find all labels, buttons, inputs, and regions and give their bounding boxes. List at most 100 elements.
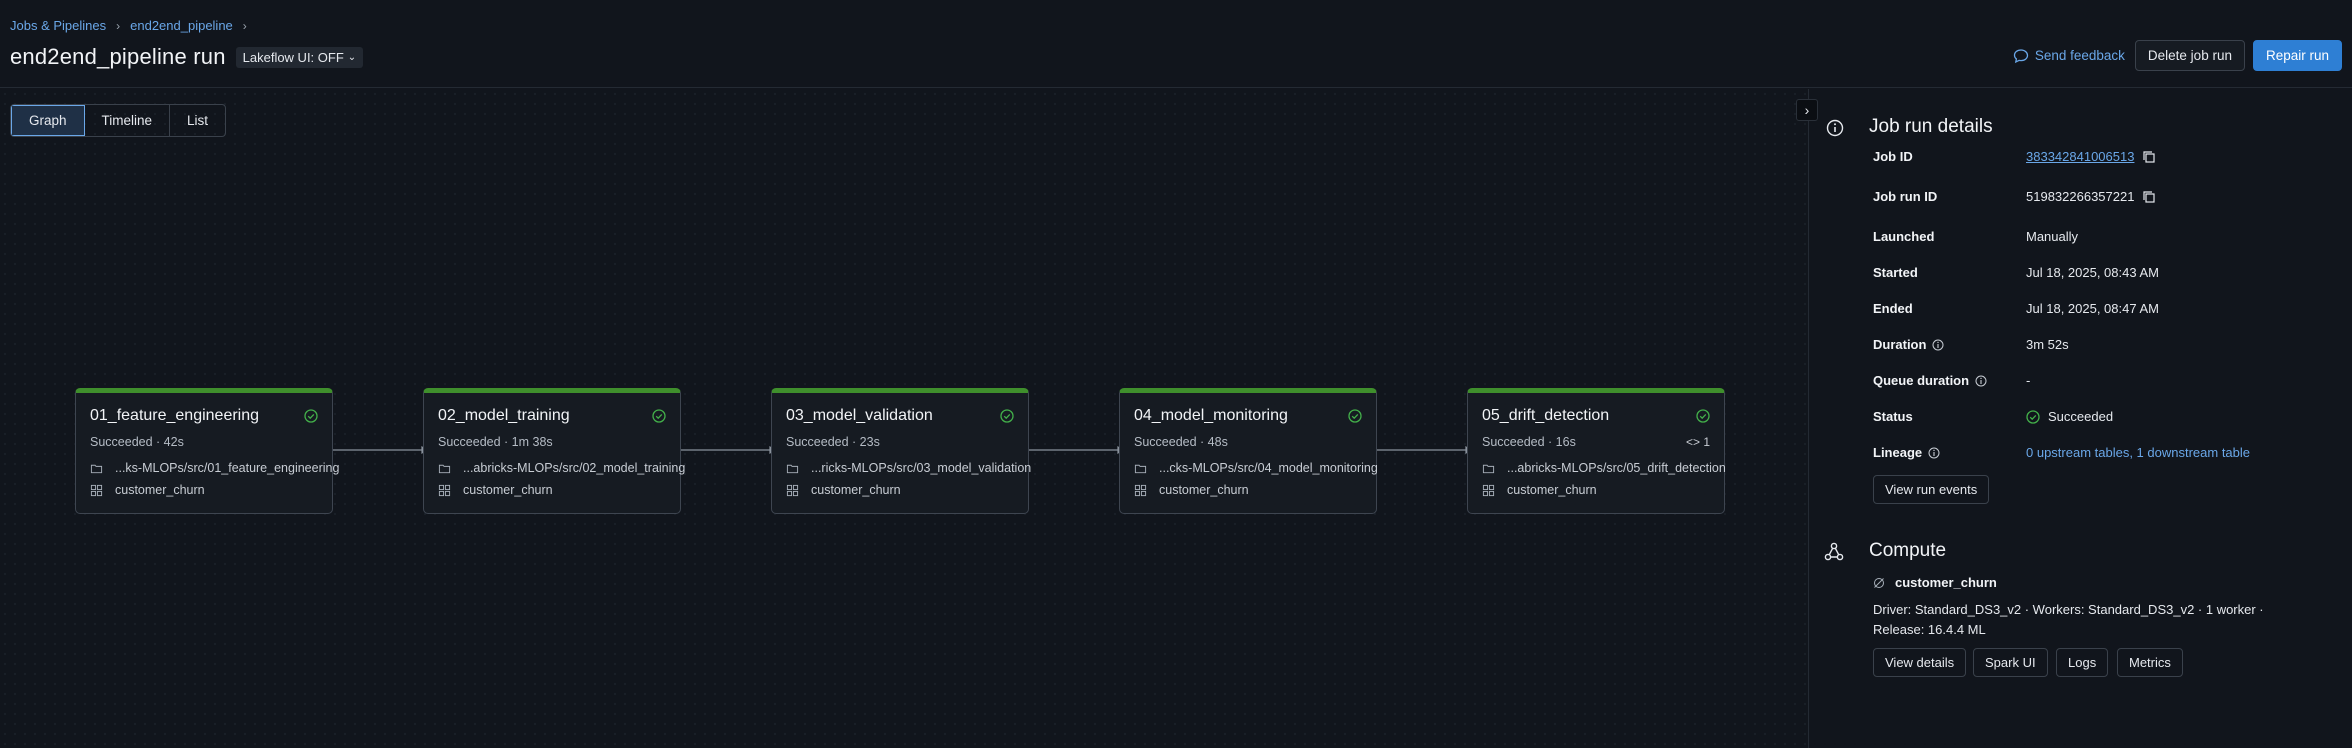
collapse-panel-button[interactable]: ›	[1796, 99, 1818, 121]
task-status: Succeeded	[786, 435, 849, 449]
task-cluster-name: customer_churn	[811, 483, 901, 497]
cluster-icon	[438, 484, 451, 496]
task-cluster-name: customer_churn	[115, 483, 205, 497]
task-status: Succeeded	[1482, 435, 1545, 449]
breadcrumb-job[interactable]: end2end_pipeline	[130, 18, 233, 33]
job-run-details-panel: Job run details Job ID 383342841006513 J…	[1808, 89, 2352, 748]
job-run-id-label: Job run ID	[1873, 189, 1938, 204]
task-status: Succeeded	[1134, 435, 1197, 449]
graph-canvas[interactable]: Graph Timeline List 01_feature_engineeri…	[0, 89, 1808, 748]
task-status: Succeeded	[438, 435, 501, 449]
task-node[interactable]: 05_drift_detection Succeeded · 16s <> 1 …	[1467, 388, 1726, 514]
logs-button[interactable]: Logs	[2056, 648, 2109, 677]
copy-icon[interactable]	[2142, 190, 2156, 204]
cluster-icon	[90, 484, 103, 496]
task-duration: 48s	[1207, 435, 1228, 449]
compute-title: Compute	[1869, 540, 1947, 561]
chevron-down-icon: ⌄	[347, 51, 357, 63]
breadcrumb-jobs-pipelines[interactable]: Jobs & Pipelines	[10, 18, 106, 33]
launched-label: Launched	[1873, 229, 1935, 244]
task-node[interactable]: 03_model_validation Succeeded · 23s ...r…	[771, 388, 1032, 514]
compute-description: Driver: Standard_DS3_v2 · Workers: Stand…	[1873, 602, 2264, 637]
cluster-icon	[786, 484, 799, 496]
spark-ui-button[interactable]: Spark UI	[1973, 648, 2048, 677]
task-cluster-name: customer_churn	[1159, 483, 1249, 497]
job-run-details-title: Job run details	[1869, 116, 1993, 137]
task-node[interactable]: 02_model_training Succeeded · 1m 38s ...…	[423, 388, 685, 514]
compute-icon	[1824, 542, 1844, 561]
queue-duration-label: Queue duration	[1873, 373, 1970, 388]
repair-run-button[interactable]: Repair run	[2252, 40, 2342, 71]
task-name: 04_model_monitoring	[1134, 407, 1288, 424]
lakeflow-ui-toggle[interactable]: Lakeflow UI: OFF ⌄	[235, 46, 364, 68]
task-duration: 23s	[859, 435, 880, 449]
job-id-label: Job ID	[1873, 149, 1913, 164]
delete-job-run-button[interactable]: Delete job run	[2134, 40, 2245, 71]
status-label: Status	[1873, 409, 1913, 424]
lineage-label: Lineage	[1873, 445, 1923, 460]
task-duration: 16s	[1555, 435, 1576, 449]
queue-duration-value: -	[2026, 373, 2031, 388]
cluster-icon	[1134, 484, 1147, 496]
page-title: end2end_pipeline run	[10, 44, 226, 69]
started-value: Jul 18, 2025, 08:43 AM	[2026, 265, 2159, 280]
task-name: 03_model_validation	[786, 407, 933, 424]
task-notebook-path: ...ricks-MLOPs/src/03_model_validation	[811, 461, 1032, 475]
view-details-button[interactable]: View details	[1873, 648, 1967, 677]
chevron-right-icon: ›	[242, 18, 247, 33]
success-check-icon	[1696, 409, 1710, 423]
task-parameter-badge: <> 1	[1685, 435, 1710, 449]
folder-icon	[786, 464, 799, 473]
task-name: 02_model_training	[438, 407, 570, 424]
metrics-button[interactable]: Metrics	[2117, 648, 2183, 677]
folder-icon	[90, 464, 103, 473]
lineage-link[interactable]: 0 upstream tables, 1 downstream table	[2026, 445, 2250, 460]
cluster-icon	[1482, 484, 1495, 496]
chevron-right-icon: ›	[116, 18, 121, 33]
success-check-icon	[1000, 409, 1014, 423]
compute-cluster-name[interactable]: customer_churn	[1895, 575, 1997, 590]
task-notebook-path: ...abricks-MLOPs/src/02_model_training	[463, 461, 686, 475]
duration-label: Duration	[1873, 337, 1927, 352]
success-check-icon	[2026, 409, 2040, 424]
copy-icon[interactable]	[2142, 150, 2156, 164]
task-node[interactable]: 04_model_monitoring Succeeded · 48s ...c…	[1119, 388, 1378, 514]
task-notebook-path: ...cks-MLOPs/src/04_model_monitoring	[1159, 461, 1378, 475]
folder-icon	[1482, 464, 1495, 473]
duration-value: 3m 52s	[2026, 337, 2069, 352]
page-header: Jobs & Pipelines › end2end_pipeline › en…	[0, 0, 2352, 88]
info-icon	[1826, 119, 1844, 137]
status-value: Succeeded	[2048, 409, 2114, 424]
launched-value: Manually	[2026, 229, 2079, 244]
view-run-events-button[interactable]: View run events	[1873, 475, 1990, 504]
ended-label: Ended	[1873, 301, 1913, 316]
task-node[interactable]: 01_feature_engineering Succeeded · 42s .…	[75, 388, 339, 514]
task-cluster-name: customer_churn	[1507, 483, 1597, 497]
chat-bubble-icon	[2013, 48, 2028, 63]
cluster-off-icon	[1874, 577, 1884, 588]
job-id-link[interactable]: 383342841006513	[2026, 149, 2134, 164]
info-icon[interactable]	[1932, 339, 1944, 351]
chevron-right-icon: ›	[1804, 102, 1810, 118]
task-cluster-name: customer_churn	[463, 483, 553, 497]
info-icon[interactable]	[1975, 375, 1987, 387]
lakeflow-ui-label: Lakeflow UI: OFF	[242, 49, 344, 65]
task-notebook-path: ...ks-MLOPs/src/01_feature_engineering	[115, 461, 340, 475]
send-feedback-label: Send feedback	[2034, 48, 2125, 63]
task-name: 05_drift_detection	[1482, 407, 1610, 424]
job-run-id-value: 519832266357221	[2026, 189, 2135, 204]
success-check-icon	[1348, 409, 1362, 423]
send-feedback-link[interactable]: Send feedback	[2013, 48, 2125, 64]
task-notebook-path: ...abricks-MLOPs/src/05_drift_detection	[1507, 461, 1726, 475]
success-check-icon	[652, 409, 666, 423]
task-duration: 42s	[163, 435, 184, 449]
success-check-icon	[304, 409, 318, 423]
task-name: 01_feature_engineering	[90, 407, 260, 424]
task-status: Succeeded	[90, 435, 153, 449]
started-label: Started	[1873, 265, 1918, 280]
info-icon[interactable]	[1928, 447, 1940, 459]
folder-icon	[438, 464, 451, 473]
task-duration: 1m 38s	[511, 435, 553, 449]
folder-icon	[1134, 464, 1147, 473]
ended-value: Jul 18, 2025, 08:47 AM	[2026, 301, 2159, 316]
